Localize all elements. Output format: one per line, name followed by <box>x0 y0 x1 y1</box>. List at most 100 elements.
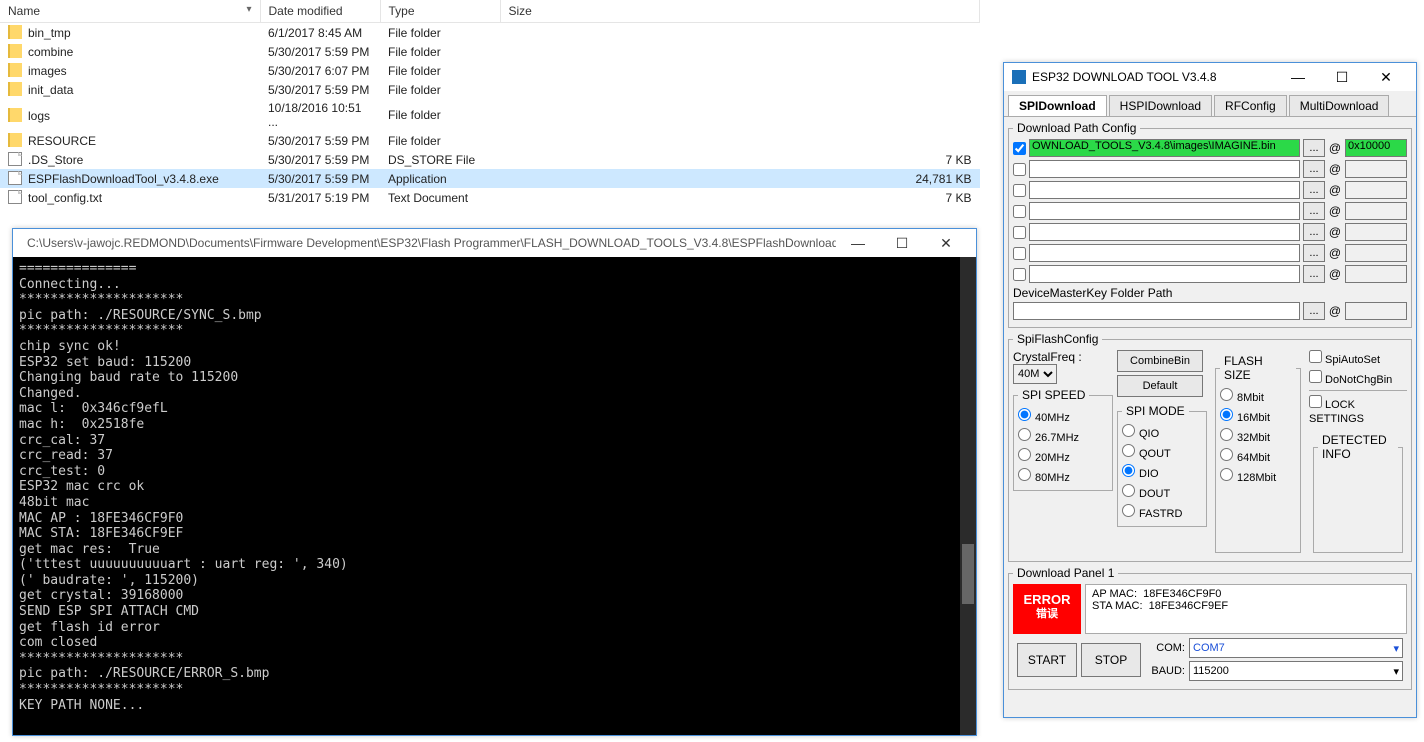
browse-button[interactable]: ... <box>1303 160 1325 178</box>
radio-option[interactable]: QOUT <box>1122 442 1202 462</box>
addr-field[interactable] <box>1345 223 1407 241</box>
spi-speed-group: SPI SPEED 40MHz26.7MHz20MHz80MHz <box>1013 388 1113 491</box>
stop-button[interactable]: STOP <box>1081 643 1141 677</box>
esp-titlebar[interactable]: ESP32 DOWNLOAD TOOL V3.4.8 — ☐ ✕ <box>1004 63 1416 91</box>
at-symbol: @ <box>1328 183 1342 197</box>
console-output[interactable]: =============== Connecting... **********… <box>13 257 976 735</box>
tab-hspidownload[interactable]: HSPIDownload <box>1109 95 1212 116</box>
file-explorer: Name▾ Date modified Type Size bin_tmp6/1… <box>0 0 980 207</box>
path-checkbox[interactable] <box>1013 205 1026 218</box>
download-path-config: Download Path Config OWNLOAD_TOOLS_V3.4.… <box>1008 121 1412 328</box>
col-date[interactable]: Date modified <box>260 0 380 23</box>
col-type[interactable]: Type <box>380 0 500 23</box>
file-row[interactable]: ESPFlashDownloadTool_v3.4.8.exe5/30/2017… <box>0 169 980 188</box>
console-title-text: C:\Users\v-jawojc.REDMOND\Documents\Firm… <box>27 236 836 250</box>
tab-multidownload[interactable]: MultiDownload <box>1289 95 1390 116</box>
addr-field[interactable] <box>1345 265 1407 283</box>
folder-icon <box>8 63 22 77</box>
path-field[interactable] <box>1029 223 1300 241</box>
file-row[interactable]: images5/30/2017 6:07 PMFile folder <box>0 61 980 80</box>
addr-field[interactable] <box>1345 202 1407 220</box>
file-row[interactable]: bin_tmp6/1/2017 8:45 AMFile folder <box>0 23 980 43</box>
radio-option[interactable]: 8Mbit <box>1220 386 1296 406</box>
path-checkbox[interactable] <box>1013 184 1026 197</box>
path-field[interactable]: OWNLOAD_TOOLS_V3.4.8\images\IMAGINE.bin <box>1029 139 1300 157</box>
file-row[interactable]: combine5/30/2017 5:59 PMFile folder <box>0 42 980 61</box>
radio-option[interactable]: 80MHz <box>1018 466 1108 486</box>
close-button[interactable]: ✕ <box>924 235 968 252</box>
esp-title-text: ESP32 DOWNLOAD TOOL V3.4.8 <box>1032 70 1217 84</box>
maximize-button[interactable]: ☐ <box>880 235 924 252</box>
radio-option[interactable]: 40MHz <box>1018 406 1108 426</box>
path-field[interactable] <box>1029 181 1300 199</box>
crystal-freq-select[interactable]: 40M <box>1013 364 1057 384</box>
at-symbol: @ <box>1328 246 1342 260</box>
donotchg-check[interactable]: DoNotChgBin <box>1309 374 1392 386</box>
radio-option[interactable]: FASTRD <box>1122 502 1202 522</box>
explorer-header: Name▾ Date modified Type Size <box>0 0 980 23</box>
folder-icon <box>8 108 22 122</box>
path-checkbox[interactable] <box>1013 268 1026 281</box>
path-checkbox[interactable] <box>1013 247 1026 260</box>
browse-button[interactable]: ... <box>1303 181 1325 199</box>
col-name[interactable]: Name▾ <box>0 0 260 23</box>
combine-bin-button[interactable]: CombineBin <box>1117 350 1203 372</box>
radio-option[interactable]: 16Mbit <box>1220 406 1296 426</box>
radio-option[interactable]: 20MHz <box>1018 446 1108 466</box>
radio-option[interactable]: DOUT <box>1122 482 1202 502</box>
tab-rfconfig[interactable]: RFConfig <box>1214 95 1287 116</box>
path-field[interactable] <box>1029 202 1300 220</box>
master-key-addr[interactable] <box>1345 302 1407 320</box>
file-row[interactable]: .DS_Store5/30/2017 5:59 PMDS_STORE File7… <box>0 150 980 169</box>
addr-field[interactable] <box>1345 244 1407 262</box>
start-button[interactable]: START <box>1017 643 1077 677</box>
addr-field[interactable] <box>1345 160 1407 178</box>
close-button[interactable]: ✕ <box>1364 69 1408 86</box>
default-button[interactable]: Default <box>1117 375 1203 397</box>
file-row[interactable]: init_data5/30/2017 5:59 PMFile folder <box>0 80 980 99</box>
path-field[interactable] <box>1029 265 1300 283</box>
browse-button[interactable]: ... <box>1303 244 1325 262</box>
file-row[interactable]: logs10/18/2016 10:51 ...File folder <box>0 99 980 131</box>
com-select[interactable]: COM7▾ <box>1189 638 1403 658</box>
com-label: COM: <box>1145 642 1185 654</box>
radio-option[interactable]: 26.7MHz <box>1018 426 1108 446</box>
console-titlebar[interactable]: C:\Users\v-jawojc.REDMOND\Documents\Firm… <box>13 229 976 257</box>
path-row: OWNLOAD_TOOLS_V3.4.8\images\IMAGINE.bin … <box>1013 139 1407 157</box>
path-checkbox[interactable] <box>1013 163 1026 176</box>
baud-select[interactable]: 115200▾ <box>1189 661 1403 681</box>
at-symbol: @ <box>1328 141 1342 155</box>
browse-button[interactable]: ... <box>1303 202 1325 220</box>
radio-option[interactable]: 32Mbit <box>1220 426 1296 446</box>
radio-option[interactable]: 128Mbit <box>1220 466 1296 486</box>
minimize-button[interactable]: — <box>1276 69 1320 86</box>
path-checkbox[interactable] <box>1013 142 1026 155</box>
browse-button[interactable]: ... <box>1303 223 1325 241</box>
addr-field[interactable] <box>1345 181 1407 199</box>
addr-field[interactable]: 0x10000 <box>1345 139 1407 157</box>
download-panel-1: Download Panel 1 ERROR 错误 AP MAC: 18FE34… <box>1008 566 1412 690</box>
file-row[interactable]: RESOURCE5/30/2017 5:59 PMFile folder <box>0 131 980 150</box>
path-checkbox[interactable] <box>1013 226 1026 239</box>
lock-settings-check[interactable]: LOCK SETTINGS <box>1309 399 1364 425</box>
master-key-field[interactable] <box>1013 302 1300 320</box>
master-key-row: ... @ <box>1013 302 1407 320</box>
maximize-button[interactable]: ☐ <box>1320 69 1364 86</box>
path-field[interactable] <box>1029 244 1300 262</box>
radio-option[interactable]: 64Mbit <box>1220 446 1296 466</box>
file-row[interactable]: tool_config.txt5/31/2017 5:19 PMText Doc… <box>0 188 980 207</box>
at-symbol: @ <box>1328 225 1342 239</box>
at-symbol: @ <box>1328 267 1342 281</box>
browse-button[interactable]: ... <box>1303 265 1325 283</box>
browse-button[interactable]: ... <box>1303 139 1325 157</box>
col-size[interactable]: Size <box>500 0 980 23</box>
tab-spidownload[interactable]: SPIDownload <box>1008 95 1107 116</box>
flash-size-group: FLASH SIZE 8Mbit16Mbit32Mbit64Mbit128Mbi… <box>1215 354 1301 553</box>
radio-option[interactable]: DIO <box>1122 462 1202 482</box>
radio-option[interactable]: QIO <box>1122 422 1202 442</box>
path-field[interactable] <box>1029 160 1300 178</box>
spi-autoset-check[interactable]: SpiAutoSet <box>1309 354 1380 366</box>
browse-button[interactable]: ... <box>1303 302 1325 320</box>
at-symbol: @ <box>1328 162 1342 176</box>
minimize-button[interactable]: — <box>836 235 880 252</box>
